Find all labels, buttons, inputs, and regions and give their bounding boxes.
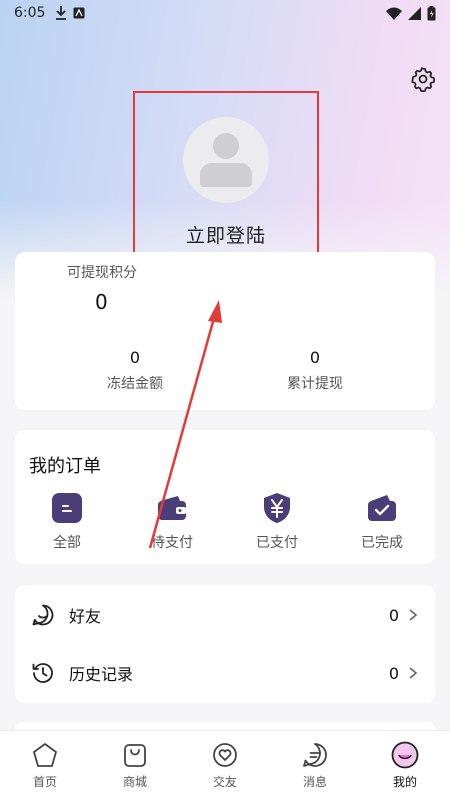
menu-history-count: 0 — [388, 663, 399, 683]
settings-gear-icon[interactable] — [410, 66, 436, 92]
order-all-label: 全部 — [53, 535, 81, 551]
home-icon — [33, 743, 57, 767]
status-bar: 6:05 — [0, 0, 450, 26]
wallet-icon — [158, 496, 186, 520]
tab-profile-label: 我的 — [392, 775, 417, 789]
menu-row-history[interactable]: 历史记录 0 — [15, 644, 435, 702]
total-withdrawn-value: 0 — [309, 348, 321, 367]
tab-social[interactable]: 交友 — [180, 731, 270, 800]
menu-history-label: 历史记录 — [69, 665, 134, 684]
order-completed-label: 已完成 — [361, 535, 403, 551]
menu-card: 好友 0 历史记录 0 — [15, 585, 435, 703]
wifi-icon — [386, 7, 402, 20]
avatar-person-icon — [213, 133, 239, 159]
menu-friends-label: 好友 — [69, 607, 102, 626]
app-notification-icon — [73, 7, 85, 19]
shop-bag-icon — [124, 744, 146, 767]
bottom-tab-bar: 首页 商城 交友 消息 我的 — [0, 730, 450, 800]
tab-profile[interactable]: 我的 — [360, 731, 450, 800]
heart-chat-icon — [213, 743, 237, 767]
frozen-amount-value: 0 — [129, 348, 141, 367]
profile-face-icon — [391, 741, 419, 769]
avatar-person-body — [200, 163, 252, 187]
chevron-right-icon — [409, 609, 418, 621]
tab-shop-label: 商城 — [122, 775, 147, 789]
history-icon — [32, 663, 53, 683]
total-withdrawn-stat[interactable]: 0 累计提现 — [245, 348, 385, 393]
all-orders-icon — [52, 493, 82, 523]
my-orders-card: 我的订单 全部 待支付 已支付 已完成 — [15, 430, 435, 564]
friend-smile-icon — [32, 604, 54, 626]
order-all[interactable]: 全部 — [22, 492, 112, 552]
order-paid-label: 已支付 — [256, 535, 298, 551]
frozen-amount-stat[interactable]: 0 冻结金额 — [65, 348, 205, 393]
yen-shield-icon — [264, 493, 290, 523]
signal-icon — [408, 6, 421, 20]
tab-messages-label: 消息 — [302, 775, 327, 789]
menu-row-friends[interactable]: 好友 0 — [15, 586, 435, 644]
orders-title: 我的订单 — [29, 456, 101, 477]
frozen-amount-label: 冻结金额 — [107, 376, 163, 392]
avatar-placeholder[interactable] — [183, 117, 269, 203]
total-withdrawn-label: 累计提现 — [287, 376, 343, 392]
order-completed[interactable]: 已完成 — [337, 492, 427, 552]
order-pending-payment-label: 待支付 — [151, 535, 193, 551]
message-icon — [303, 743, 327, 767]
order-pending-payment[interactable]: 待支付 — [127, 492, 217, 552]
login-link[interactable]: 立即登陆 — [186, 221, 266, 248]
tab-home[interactable]: 首页 — [0, 731, 90, 800]
tab-home-label: 首页 — [32, 775, 57, 789]
completed-check-icon — [368, 495, 396, 521]
battery-icon — [427, 5, 436, 20]
tab-messages[interactable]: 消息 — [270, 731, 360, 800]
menu-friends-count: 0 — [388, 605, 399, 625]
status-time: 6:05 — [14, 5, 46, 21]
balance-card: 可提现积分 0 0 冻结金额 0 累计提现 — [15, 252, 435, 410]
login-section[interactable]: 立即登陆 — [133, 91, 319, 269]
chevron-right-icon — [409, 667, 418, 679]
withdrawable-points-label: 可提现积分 — [67, 265, 137, 281]
tab-social-label: 交友 — [212, 775, 237, 789]
order-paid[interactable]: 已支付 — [232, 492, 322, 552]
tab-shop[interactable]: 商城 — [90, 731, 180, 800]
download-icon — [56, 6, 67, 20]
withdrawable-points-value: 0 — [95, 290, 108, 314]
